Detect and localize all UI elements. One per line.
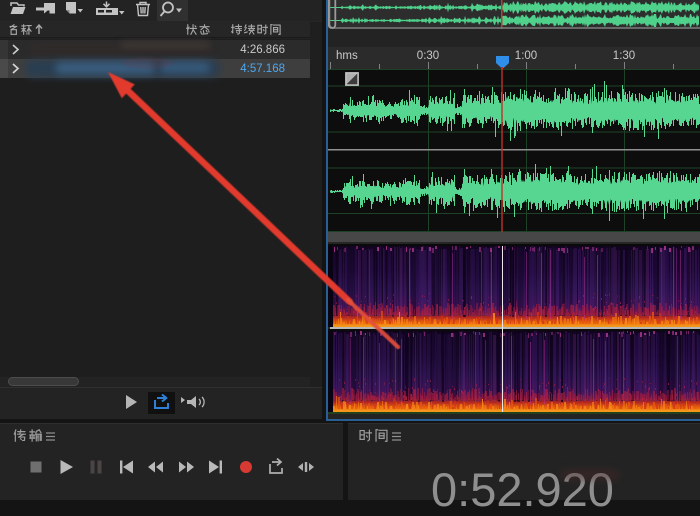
svg-text:1:00: 1:00 xyxy=(515,50,537,62)
svg-text:1:30: 1:30 xyxy=(613,50,635,62)
svg-text:hms: hms xyxy=(336,50,358,62)
svg-text:0:30: 0:30 xyxy=(417,50,439,62)
